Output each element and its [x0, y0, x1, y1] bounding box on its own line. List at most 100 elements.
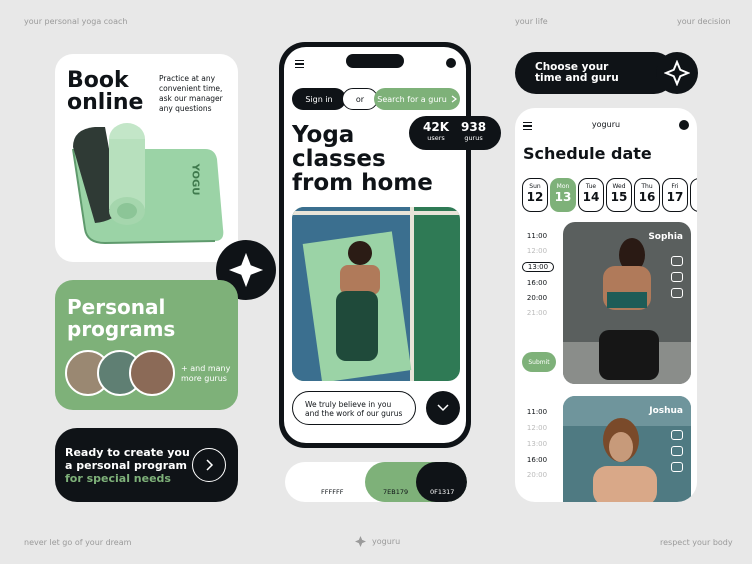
phone-screen: Sign in or Search for a guru Yoga classe…	[284, 47, 466, 443]
time-slot[interactable]: 11:00	[522, 232, 552, 240]
programs-title: Personal programs	[67, 296, 175, 340]
ready-text: Ready to create you a personal program f…	[65, 446, 190, 485]
book-desc-line3: ask our manager	[159, 94, 223, 103]
time-slots-joshua: 11:00 12:00 13:00 16:00 20:00	[522, 408, 556, 488]
book-online-title: Book online	[67, 70, 143, 114]
stat-users-label: users	[427, 134, 445, 142]
book-icon[interactable]	[671, 446, 683, 456]
day-thu[interactable]: Thu 16	[634, 178, 660, 212]
users-icon[interactable]	[671, 430, 683, 440]
book-title-line1: Book	[67, 68, 129, 93]
believe-line1: We truly believe in you	[305, 400, 392, 409]
palette-dark: 0F1317	[430, 488, 455, 496]
guru-name-sophia: Sophia	[648, 232, 683, 242]
day-sun[interactable]: Sun 12	[522, 178, 548, 212]
book-desc-line4: any questions	[159, 104, 212, 113]
book-online-card[interactable]: Book online Practice at any convenient t…	[55, 54, 238, 262]
scroll-down-button[interactable]	[426, 391, 460, 425]
believe-pill: We truly believe in you and the work of …	[292, 391, 416, 425]
day-number: 12	[526, 190, 544, 204]
more-gurus: + and many more gurus	[181, 364, 230, 384]
refresh-icon[interactable]	[671, 288, 683, 298]
day-number: 13	[554, 190, 572, 204]
day-picker: Sun 12 Mon 13 Tue 14 Wed 15 Thu 16 Fri 17	[522, 178, 697, 212]
tagline-top-right: your decision	[677, 17, 731, 26]
chevron-right-icon	[451, 95, 457, 103]
ready-line1: Ready to create you	[65, 446, 190, 459]
headline-line2: classes	[292, 146, 386, 172]
profile-icon[interactable]	[679, 120, 689, 130]
ready-line2: a personal program	[65, 459, 188, 472]
day-name: Sun	[529, 183, 541, 190]
personal-programs-card[interactable]: Personal programs + and many more gurus	[55, 280, 238, 410]
day-name: Mon	[556, 183, 570, 190]
profile-icon[interactable]	[446, 58, 456, 68]
headline-line3: from home	[292, 170, 433, 196]
day-number: 17	[666, 190, 684, 204]
brand-star-icon	[355, 536, 366, 547]
chevron-down-icon	[437, 404, 449, 412]
book-desc-line2: convenient time,	[159, 84, 223, 93]
day-name: Thu	[641, 183, 653, 190]
day-tue[interactable]: Tue 14	[578, 178, 604, 212]
choose-pill: Choose your time and guru	[515, 52, 675, 94]
ready-next-button[interactable]	[192, 448, 226, 482]
stat-users-value: 42K	[423, 120, 449, 134]
time-slot[interactable]: 16:00	[522, 279, 552, 287]
ready-line3: for special needs	[65, 472, 171, 485]
day-number: 14	[582, 190, 600, 204]
schedule-screen: yoguru Schedule date Sun 12 Mon 13 Tue 14 W…	[515, 108, 697, 502]
ready-card[interactable]: Ready to create you a personal program f…	[55, 428, 238, 502]
or-label: or	[342, 88, 378, 110]
time-slot[interactable]: 11:00	[522, 408, 552, 416]
time-slot[interactable]: 16:00	[522, 456, 552, 464]
day-wed[interactable]: Wed 15	[606, 178, 632, 212]
day-name: Fri	[671, 183, 679, 190]
color-palette: FFFFFF 7EB179 0F1317	[285, 462, 467, 502]
schedule-title: Schedule date	[523, 144, 652, 163]
outline-star-icon	[664, 60, 690, 86]
guru-photo-sophia[interactable]: Sophia	[563, 222, 691, 384]
menu-icon[interactable]	[295, 60, 304, 68]
app-name: yoguru	[591, 120, 621, 129]
time-slot[interactable]: 12:00	[522, 247, 552, 255]
time-slot[interactable]: 12:00	[522, 424, 552, 432]
stat-gurus-value: 938	[461, 120, 487, 134]
more-gurus-line2: more gurus	[181, 374, 227, 383]
refresh-icon[interactable]	[671, 462, 683, 472]
day-number: 16	[638, 190, 656, 204]
tagline-bottom-right: respect your body	[660, 538, 733, 547]
four-point-star-icon	[228, 252, 264, 288]
stat-gurus: 938 gurus	[461, 120, 487, 143]
avatar	[129, 350, 175, 396]
day-name: Tue	[585, 183, 597, 190]
day-next[interactable]	[690, 178, 697, 212]
users-icon[interactable]	[671, 256, 683, 266]
tagline-top-left: your personal yoga coach	[24, 17, 128, 26]
choose-star-badge	[656, 52, 698, 94]
time-slot[interactable]: 20:00	[522, 471, 552, 479]
guru-actions	[671, 430, 683, 478]
search-guru-label: Search for a guru	[377, 94, 447, 104]
day-fri[interactable]: Fri 17	[662, 178, 688, 212]
guru-name-joshua: Joshua	[649, 406, 683, 416]
day-number: 15	[610, 190, 628, 204]
sign-in-button[interactable]: Sign in	[292, 88, 346, 110]
search-guru-button[interactable]: Search for a guru	[374, 88, 460, 110]
stat-users: 42K users	[423, 120, 449, 143]
submit-button[interactable]: Submit	[522, 352, 556, 372]
tagline-top-mid: your life	[515, 17, 548, 26]
time-slot[interactable]: 21:00	[522, 309, 552, 317]
time-slot[interactable]: 20:00	[522, 294, 552, 302]
palette-dark-swatch: 0F1317	[416, 462, 467, 502]
believe-line2: and the work of our gurus	[305, 409, 403, 418]
guru-actions	[671, 256, 683, 304]
guru-photo-joshua[interactable]: Joshua	[563, 396, 691, 502]
book-icon[interactable]	[671, 272, 683, 282]
time-slot-selected[interactable]: 13:00	[522, 262, 554, 272]
choose-text: Choose your time and guru	[535, 62, 619, 84]
time-slot[interactable]: 13:00	[522, 440, 552, 448]
day-mon[interactable]: Mon 13	[550, 178, 576, 212]
phone-notch	[346, 54, 404, 68]
palette-green: 7EB179	[383, 488, 409, 496]
